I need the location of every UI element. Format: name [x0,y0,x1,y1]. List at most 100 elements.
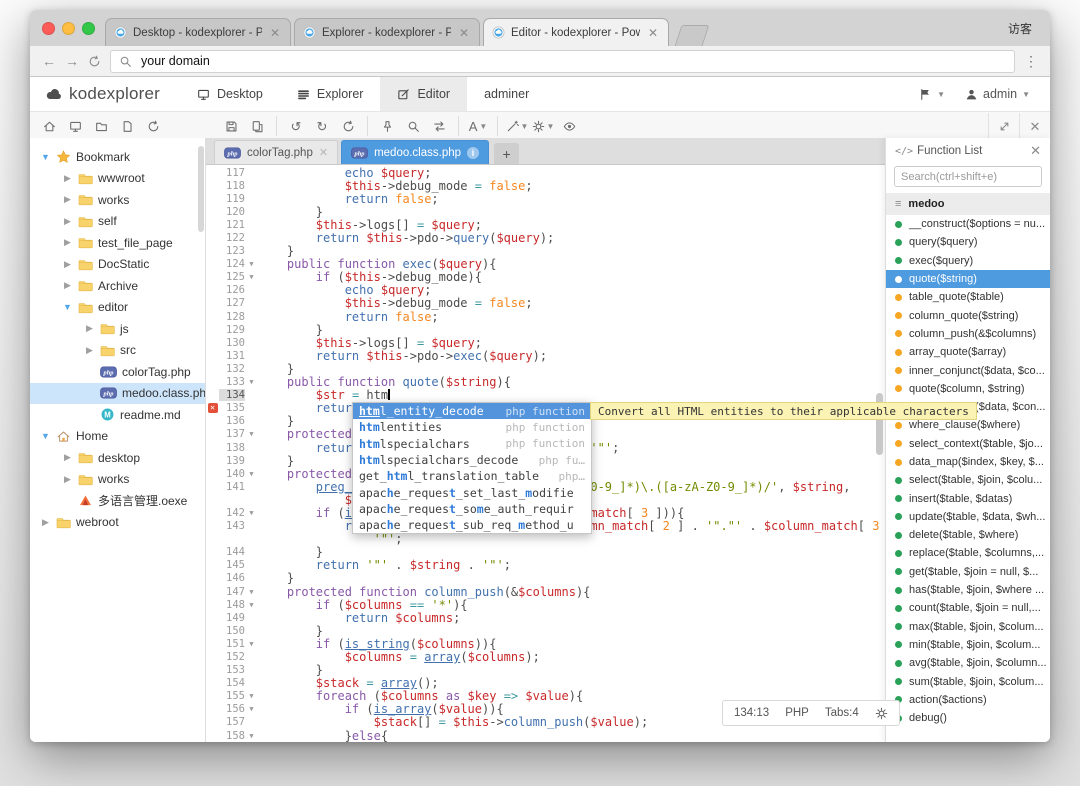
function-list-item[interactable]: update($table, $data, $wh... [886,508,1050,526]
function-list-item[interactable]: action($actions) [886,691,1050,709]
function-list-item[interactable]: exec($query) [886,252,1050,270]
app-nav-adminer[interactable]: adminer [467,77,546,111]
browser-menu-icon[interactable]: ⋮ [1024,53,1038,70]
tree-item[interactable]: ▼ Home [30,426,205,448]
toolbar-paste-button[interactable] [244,115,270,137]
toolbar-close-button[interactable]: ✕ [1019,113,1050,139]
tree-item[interactable]: Mreadme.md [30,404,205,426]
traffic-light-close[interactable] [42,21,55,35]
close-icon[interactable]: ✕ [1030,143,1041,159]
toolbar-monitor-button[interactable] [62,115,88,137]
url-box[interactable] [110,49,1015,73]
tree-item[interactable]: ▶ desktop [30,447,205,469]
tree-item[interactable]: ▼ Bookmark [30,146,205,168]
code-text[interactable]: return $this->pdo->exec($query); [258,349,885,363]
tree-item[interactable]: ▶ src [30,340,205,362]
chevron-right-icon[interactable]: ▶ [62,237,73,248]
tree-item[interactable]: ▶ wwwroot [30,168,205,190]
sidebar-scrollbar[interactable] [198,146,204,232]
toolbar-swap-button[interactable] [426,115,452,137]
editor-tab[interactable]: php medoo.class.php i [341,140,490,164]
app-nav-editor[interactable]: Editor [380,77,468,111]
tree-item[interactable]: php colorTag.php [30,361,205,383]
code-text[interactable]: public function quote($string){ [258,375,885,389]
function-list-item[interactable]: select($table, $join, $colu... [886,471,1050,489]
function-list-item[interactable]: get($table, $join = null, $... [886,563,1050,581]
code-text[interactable]: } [258,244,885,258]
function-list-item[interactable]: data_map($index, $key, $... [886,453,1050,471]
traffic-light-zoom[interactable] [82,21,95,35]
function-list-item[interactable]: insert($table, $datas) [886,489,1050,507]
code-text[interactable]: } [258,624,885,638]
function-list-item[interactable]: query($query) [886,233,1050,251]
fold-arrow-icon[interactable]: ▼ [245,430,258,438]
chevron-right-icon[interactable]: ▶ [62,216,73,227]
function-group-row[interactable]: ≡ medoo [886,193,1050,215]
toolbar-eye-button[interactable] [556,115,582,137]
fold-arrow-icon[interactable]: ▼ [245,640,258,648]
tree-item[interactable]: ▶ webroot [30,512,205,534]
chevron-right-icon[interactable]: ▶ [62,474,73,485]
function-list-item[interactable]: delete($table, $where) [886,526,1050,544]
chevron-right-icon[interactable]: ▶ [62,280,73,291]
code-text[interactable]: echo $query; [258,166,885,180]
code-text[interactable]: echo $query; [258,283,885,297]
fold-arrow-icon[interactable]: ▼ [245,705,258,713]
fold-arrow-icon[interactable]: ▼ [245,378,258,386]
autocomplete-item[interactable]: html_entity_decode php function [353,403,591,420]
function-list-item[interactable]: column_push(&$columns) [886,325,1050,343]
function-list-item[interactable]: min($table, $join, $colum... [886,636,1050,654]
tab-close-icon[interactable]: ✕ [646,26,660,40]
tree-item[interactable]: ▶ DocStatic [30,254,205,276]
toolbar-home-button[interactable] [36,115,62,137]
autocomplete-item[interactable]: htmlspecialchars_decode php fu… [353,452,591,468]
tree-item[interactable]: ▶ test_file_page [30,232,205,254]
chevron-right-icon[interactable]: ▶ [62,194,73,205]
tree-item[interactable]: ▶ self [30,211,205,233]
tree-item[interactable]: ▶ Archive [30,275,205,297]
code-text[interactable]: return '"' . $string . '"'; [258,558,885,572]
fold-arrow-icon[interactable]: ▼ [245,509,258,517]
chevron-right-icon[interactable]: ▶ [62,452,73,463]
toolbar-folder-button[interactable] [88,115,114,137]
chevron-right-icon[interactable]: ▶ [84,323,95,334]
chevron-right-icon[interactable]: ▶ [62,173,73,184]
autocomplete-item[interactable]: htmlspecialchars php function [353,436,591,452]
tree-item[interactable]: ▶ works [30,469,205,491]
code-text[interactable]: }else{ [258,729,885,742]
new-tab-button[interactable] [674,25,710,46]
gear-icon[interactable] [875,707,888,720]
autocomplete-item[interactable]: apache_request_set_last_modifie [353,484,591,500]
function-list-item[interactable]: __construct($options = nu... [886,215,1050,233]
code-text[interactable]: $this->debug_mode = false; [258,179,885,193]
browser-tab[interactable]: Explorer - kodexplorer - Power ✕ [294,18,480,46]
tab-size[interactable]: Tabs:4 [825,707,859,719]
toolbar-expand-button[interactable] [988,113,1019,139]
toolbar-refresh-button[interactable] [140,115,166,137]
code-text[interactable]: return $this->pdo->query($query); [258,231,885,245]
code-text[interactable]: if (is_string($columns)){ [258,637,885,651]
toolbar-wand-button[interactable]: ▼ [504,115,530,137]
code-text[interactable]: } [258,571,885,585]
code-text[interactable]: } [258,545,885,559]
code-text[interactable]: return false; [258,192,885,206]
user-menu[interactable]: admin ▼ [965,87,1030,101]
toolbar-file-button[interactable] [114,115,140,137]
code-text[interactable]: } [258,323,885,337]
app-nav-desktop[interactable]: Desktop [180,77,280,111]
new-file-tab-button[interactable]: + [494,143,520,164]
tree-item[interactable]: php medoo.class.php [30,382,205,404]
tree-item[interactable]: 多语言管理.oexe [30,490,205,512]
function-search-input[interactable] [894,166,1042,187]
editor-tab[interactable]: php colorTag.php ✕ [214,140,339,164]
toolbar-pin-button[interactable] [374,115,400,137]
forward-icon[interactable]: → [65,54,79,68]
chevron-right-icon[interactable]: ▶ [84,345,95,356]
toolbar-search-button[interactable] [400,115,426,137]
app-nav-explorer[interactable]: Explorer [280,77,381,111]
autocomplete-item[interactable]: htmlentities php function [353,419,591,435]
autocomplete-item[interactable]: get_html_translation_table php… [353,468,591,484]
function-list-item[interactable]: quote($string) [886,269,1050,289]
traffic-light-minimize[interactable] [62,21,75,35]
fold-arrow-icon[interactable]: ▼ [245,732,258,740]
